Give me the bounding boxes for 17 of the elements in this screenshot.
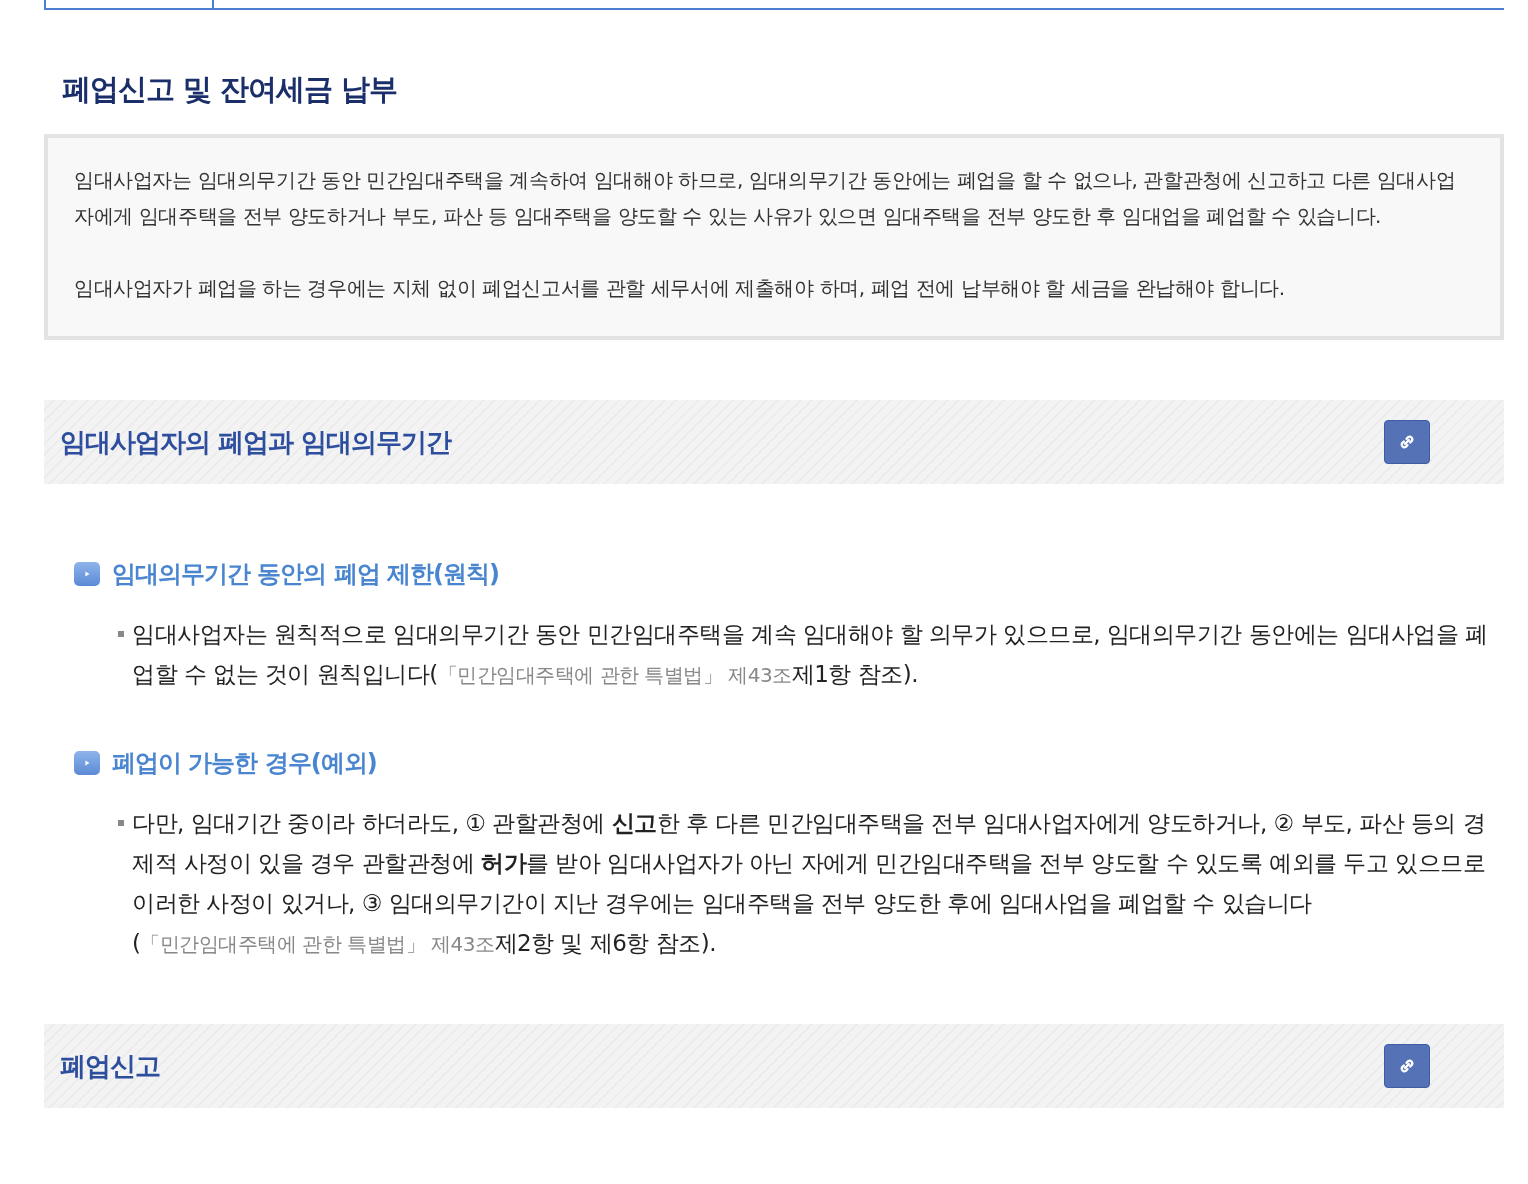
body-paragraph: 다만, 임대기간 중이라 하더라도, ① 관할관청에 신고한 후 다른 민간임대주택을 전부 임대사업자에게 양도하거나, ② 부도, 파산 등의 경제적 사정이 있을 경우 관할관청에 허가를 받아 임대사업자가 아닌 자에게 민간임대주택을 전부 양도할 수 있도록 예외를 두고 있으므로 이러한 사정이 있거나, ③ 임대의무기간이 지난 경우에는 임대주택을 전부 양도한 후에 임대사업을 폐업할 수 있습니다(「민간임대주택에 관한 특별법」 제43조제2항 및 제6항 참조). <box>132 809 1487 958</box>
body-paragraph: 임대사업자는 원칙적으로 임대의무기간 동안 민간임대주택을 계속 임대해야 할 의무가 있으므로, 임대의무기간 동안에는 임대사업을 폐업할 수 없는 것이 원칙입니다(「민간임대주택에 관한 특별법」 제43조제1항 참조). <box>132 620 1489 689</box>
intro-paragraph: 임대사업자가 폐업을 하는 경우에는 지체 없이 폐업신고서를 관할 세무서에 제출해야 하며, 폐업 전에 납부해야 할 세금을 완납해야 합니다. <box>74 275 1286 302</box>
link-button[interactable] <box>1384 1044 1430 1088</box>
law-link[interactable]: 「민간임대주택에 관한 특별법」 제43조 <box>437 663 792 687</box>
subsection-title: 임대의무기간 동안의 폐업 제한(원칙) <box>112 559 499 590</box>
section-title: 임대사업자의 폐업과 임대의무기간 <box>60 425 452 459</box>
bullet-icon <box>118 820 124 826</box>
page-title: 폐업신고 및 잔여세금 납부 <box>62 71 399 108</box>
subsection-title: 폐업이 가능한 경우(예외) <box>112 748 377 779</box>
play-icon-glyph <box>83 570 91 578</box>
section-title: 폐업신고 <box>60 1049 160 1083</box>
link-button[interactable] <box>1384 420 1430 464</box>
law-link[interactable]: 「민간임대주택에 관한 특별법」 제43조 <box>140 932 495 956</box>
bullet-icon <box>118 631 124 637</box>
play-icon-glyph <box>83 759 91 767</box>
intro-paragraph: 임대사업자는 임대의무기간 동안 민간임대주택을 계속하여 임대해야 하므로, 임대의무기간 동안에는 폐업을 할 수 없으나, 관할관청에 신고하고 다른 임대사업자에게 임대주택을 전부 양도하거나 부도, 파산 등 임대주택을 양도할 수 있는 사유가 있으면 임대주택을 전부 양도한 후 임대업을 폐업할 수 있습니다. <box>74 167 1457 230</box>
